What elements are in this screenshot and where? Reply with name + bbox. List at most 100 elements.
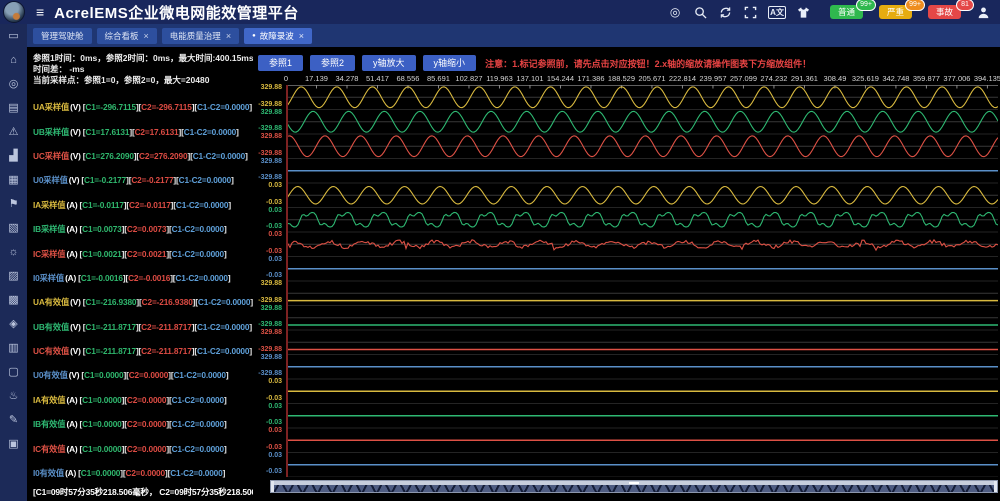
building-icon[interactable]: ▢ <box>7 365 21 379</box>
bracket: ] <box>224 444 227 454</box>
y-min-label: -0.03 <box>266 272 282 280</box>
tab-2[interactable]: 综合看板 × <box>97 28 157 44</box>
diff-value: C1-C2=0.0000 <box>176 200 228 210</box>
siren-icon[interactable]: ⚠ <box>7 125 21 139</box>
bar-chart-icon[interactable]: ▟ <box>7 149 21 163</box>
target-icon[interactable]: ◎ <box>668 5 682 19</box>
toolbar-button-4[interactable]: y轴缩小 <box>423 55 477 71</box>
datazoom-notch[interactable] <box>629 482 639 484</box>
datazoom-slider[interactable] <box>270 480 998 493</box>
tab-label: 综合看板 <box>105 30 139 42</box>
c1-value: C1=0.0073 <box>82 224 121 234</box>
fullscreen-icon[interactable] <box>743 5 757 19</box>
c2-value: C2=0.0000 <box>125 468 164 478</box>
x-tick-label: 257.099 <box>730 74 757 83</box>
y-max-label: 0.03 <box>268 403 282 411</box>
c2-value: C2=0.0073 <box>127 224 166 234</box>
y-axis-labels: 329.88-329.88329.88-329.88329.88-329.883… <box>253 85 284 477</box>
keyboard-icon[interactable]: ▥ <box>7 341 21 355</box>
logo-avatar[interactable] <box>3 1 25 23</box>
toolbar-button-3[interactable]: y轴放大 <box>362 55 416 71</box>
datazoom-preview[interactable] <box>271 485 997 492</box>
datazoom-handle-right[interactable] <box>994 481 997 492</box>
channel-row: U0有效值(V)[ C1=0.0000 ][ C2=0.0000 ][ C1-C… <box>33 363 251 387</box>
x-tick-label: 377.006 <box>943 74 970 83</box>
bracket: ] <box>249 346 252 356</box>
channel-label: U0采样值 <box>33 174 68 186</box>
app-window: ≡ AcrelEMS企业微电网能效管理平台 ◎ A文 普通99+严重99+事故8… <box>0 0 1000 501</box>
bracket: ] <box>231 175 234 185</box>
toolbar-button-1[interactable]: 参照1 <box>258 55 303 71</box>
solar-panel-icon[interactable]: ▩ <box>7 293 21 307</box>
c1-value: C1=-0.0117 <box>82 200 124 210</box>
toolbar-button-2[interactable]: 参照2 <box>310 55 355 71</box>
home-icon[interactable]: ⌂ <box>7 53 21 67</box>
y-min-label: -329.88 <box>258 125 282 133</box>
map-pin-icon[interactable]: ⚑ <box>7 197 21 211</box>
channel-row: UC有效值(V)[ C1=-211.8717 ][ C2=-211.8717 ]… <box>33 339 251 363</box>
y-max-label: 329.88 <box>261 354 282 362</box>
channel-unit: (V) <box>70 346 81 356</box>
tab-close-icon[interactable]: × <box>299 31 304 41</box>
info-line-samples: 当前采样点：参照1=0，参照2=0，最大=20480 <box>33 75 251 86</box>
channel-rows: UA采样值(V)[ C1=-296.7115 ][ C2=-296.7115 ]… <box>33 95 251 485</box>
datazoom-handle-left[interactable] <box>271 481 274 492</box>
c2-value: C2=-296.7115 <box>141 102 192 112</box>
y-min-label: -329.88 <box>258 101 282 109</box>
search-icon[interactable] <box>693 5 707 19</box>
y-min-label: -0.03 <box>266 199 282 207</box>
info-line-delta: 时间差： -ms <box>33 64 251 75</box>
measurement-panel: 参照1时间：0ms，参照2时间：0ms，最大时间:400.15ms 时间差： -… <box>27 47 253 501</box>
tab-4[interactable]: ●故障录波× <box>244 28 312 44</box>
refresh-icon[interactable] <box>718 5 732 19</box>
tab-close-icon[interactable]: × <box>144 31 149 41</box>
c1-value: C1=-0.0016 <box>81 273 123 283</box>
x-tick-label: 188.529 <box>608 74 635 83</box>
topbar-actions: ◎ A文 普通99+ 严重99+ 事故81 <box>668 5 1000 19</box>
x-tick-label: 308.49 <box>823 74 846 83</box>
tab-1[interactable]: 管理驾驶舱 <box>33 28 92 44</box>
tab-close-icon[interactable]: × <box>226 31 231 41</box>
diff-value: C1-C2=0.0000 <box>197 346 249 356</box>
bracket: ] <box>245 151 248 161</box>
c1-value: C1=-296.7115 <box>85 102 136 112</box>
user-icon[interactable] <box>976 5 990 19</box>
y-min-label: -0.03 <box>266 419 282 427</box>
c1-value: C1=-211.8717 <box>85 346 136 356</box>
translate-icon[interactable]: A文 <box>768 6 786 19</box>
top-bar: ≡ AcrelEMS企业微电网能效管理平台 ◎ A文 普通99+严重99+事故8… <box>0 0 1000 24</box>
waveform-plot[interactable] <box>286 85 998 477</box>
bulb-icon[interactable]: ☼ <box>7 245 21 259</box>
compass-icon[interactable]: ◎ <box>7 77 21 91</box>
monitor-icon[interactable]: ▭ <box>7 29 21 43</box>
report-icon[interactable]: ▤ <box>7 101 21 115</box>
y-min-label: -329.88 <box>258 346 282 354</box>
factory-icon[interactable]: ▦ <box>7 173 21 187</box>
alarm-icon[interactable]: ♨ <box>7 389 21 403</box>
badge-accident[interactable]: 事故81 <box>928 5 961 19</box>
bracket: ] <box>224 224 227 234</box>
x-tick-label: 137.101 <box>516 74 543 83</box>
diff-value: C1-C2=0.0000 <box>197 102 249 112</box>
c1-value: C1=-211.8717 <box>85 322 136 332</box>
tab-3[interactable]: 电能质量治理× <box>162 28 239 44</box>
camera-icon[interactable]: ◈ <box>7 317 21 331</box>
badge-normal[interactable]: 普通99+ <box>830 5 863 19</box>
channel-unit: (A) <box>66 249 77 259</box>
y-min-label: -329.88 <box>258 321 282 329</box>
layers-icon[interactable]: ▣ <box>7 437 21 451</box>
screen-icon[interactable]: ▧ <box>7 221 21 235</box>
x-tick-label: 325.619 <box>852 74 879 83</box>
c2-value: C2=-211.8717 <box>141 322 192 332</box>
menu-toggle-icon[interactable]: ≡ <box>36 0 44 24</box>
channel-label: UC采样值 <box>33 150 69 162</box>
badge-severe[interactable]: 严重99+ <box>879 5 912 19</box>
channel-unit: (A) <box>66 224 77 234</box>
theme-shirt-icon[interactable] <box>797 5 811 19</box>
c2-value: C2=0.0000 <box>129 370 168 380</box>
waveform-chart[interactable] <box>286 85 998 477</box>
channel-row: IB有效值(A)[ C1=0.0000 ][ C2=0.0000 ][ C1-C… <box>33 412 251 436</box>
edit-icon[interactable]: ✎ <box>7 413 21 427</box>
y-min-label: -329.88 <box>258 150 282 158</box>
document-icon[interactable]: ▨ <box>7 269 21 283</box>
